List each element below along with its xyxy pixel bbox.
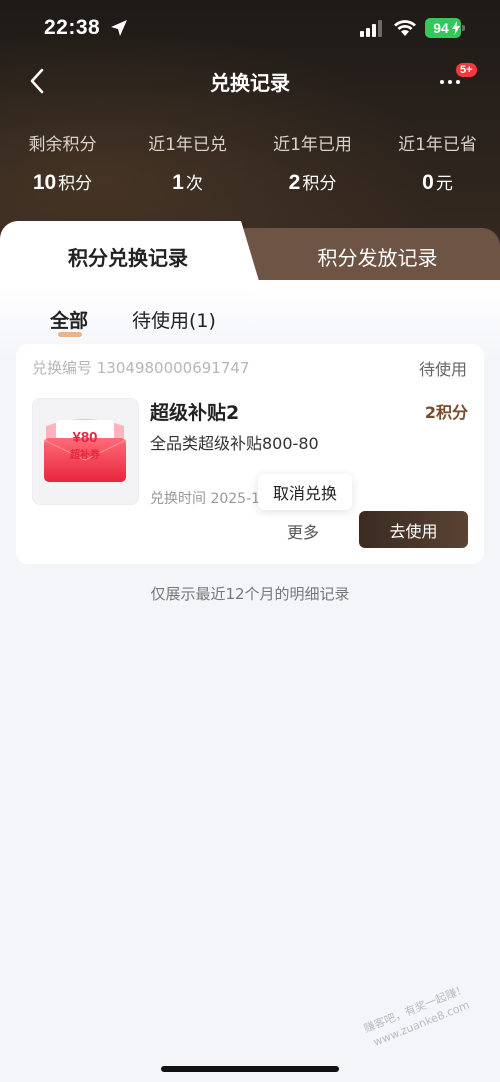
cancel-exchange-option[interactable]: 取消兑换 (258, 474, 352, 510)
product-price: 2积分 (424, 403, 468, 422)
location-arrow-icon (111, 20, 127, 36)
tab-issued-records-label[interactable]: 积分发放记录 (255, 242, 500, 271)
battery-level: 94 (433, 20, 449, 36)
use-coupon-button[interactable]: 去使用 (359, 511, 468, 548)
product-name: 超级补贴2 (150, 402, 240, 424)
status-bar: 22:38 94 (0, 0, 500, 60)
stat-value: 1 (172, 171, 184, 194)
page-title: 兑换记录 (210, 71, 290, 95)
stat-label: 近1年已省 (398, 135, 477, 155)
stat-label: 近1年已用 (273, 135, 352, 155)
stat-exchanged-count: 近1年已兑 1次 (125, 130, 250, 195)
records-footnote: 仅展示最近12个月的明细记录 (150, 585, 350, 603)
battery-indicator: 94 (425, 18, 465, 38)
status-time: 22:38 (44, 16, 101, 39)
filter-pending[interactable]: 待使用(1) (132, 306, 216, 333)
stat-label: 剩余积分 (28, 135, 97, 155)
stat-value: 10 (32, 171, 57, 194)
coupon-envelope-icon: ¥80 超补券 (43, 419, 127, 482)
product-description: 全品类超级补贴800-80 (150, 434, 319, 453)
stat-label: 近1年已兑 (148, 135, 227, 155)
stat-used-points: 近1年已用 2 积分 (250, 130, 375, 195)
stat-saved-amount: 近1年已省 0元 (375, 130, 500, 195)
wifi-icon (394, 20, 416, 36)
stat-value: 2 (288, 171, 301, 194)
coupon-label: 超补券 (69, 448, 101, 461)
stat-unit: 积分 (302, 174, 337, 194)
active-filter-indicator (58, 332, 82, 337)
exchange-time: 兑换时间 2025-11 (150, 491, 269, 507)
more-dots-icon (440, 80, 460, 84)
stat-remaining-points: 剩余积分 10 积分 (0, 130, 125, 195)
stat-unit: 元 (435, 174, 453, 194)
stat-value: 0 (422, 171, 434, 194)
stat-unit: 次 (185, 174, 203, 194)
notification-badge: 5+ (455, 62, 478, 78)
cellular-signal-icon (360, 20, 382, 37)
stat-unit: 积分 (58, 174, 93, 194)
order-number: 兑换编号 1304980000691747 (32, 359, 250, 377)
coupon-amount: ¥80 (72, 429, 97, 446)
more-menu-button[interactable]: 5+ (436, 62, 480, 98)
points-summary: 剩余积分 10 积分 近1年已兑 1次 近1年已用 2 积分 近1年已省 0元 (0, 130, 500, 195)
order-status: 待使用 (418, 360, 467, 379)
more-actions-link[interactable]: 更多 (287, 519, 319, 543)
tab-exchange-records-label[interactable]: 积分兑换记录 (0, 242, 256, 271)
filter-all[interactable]: 全部 (50, 306, 88, 333)
charging-bolt-icon (452, 21, 460, 35)
home-indicator[interactable] (161, 1066, 339, 1072)
